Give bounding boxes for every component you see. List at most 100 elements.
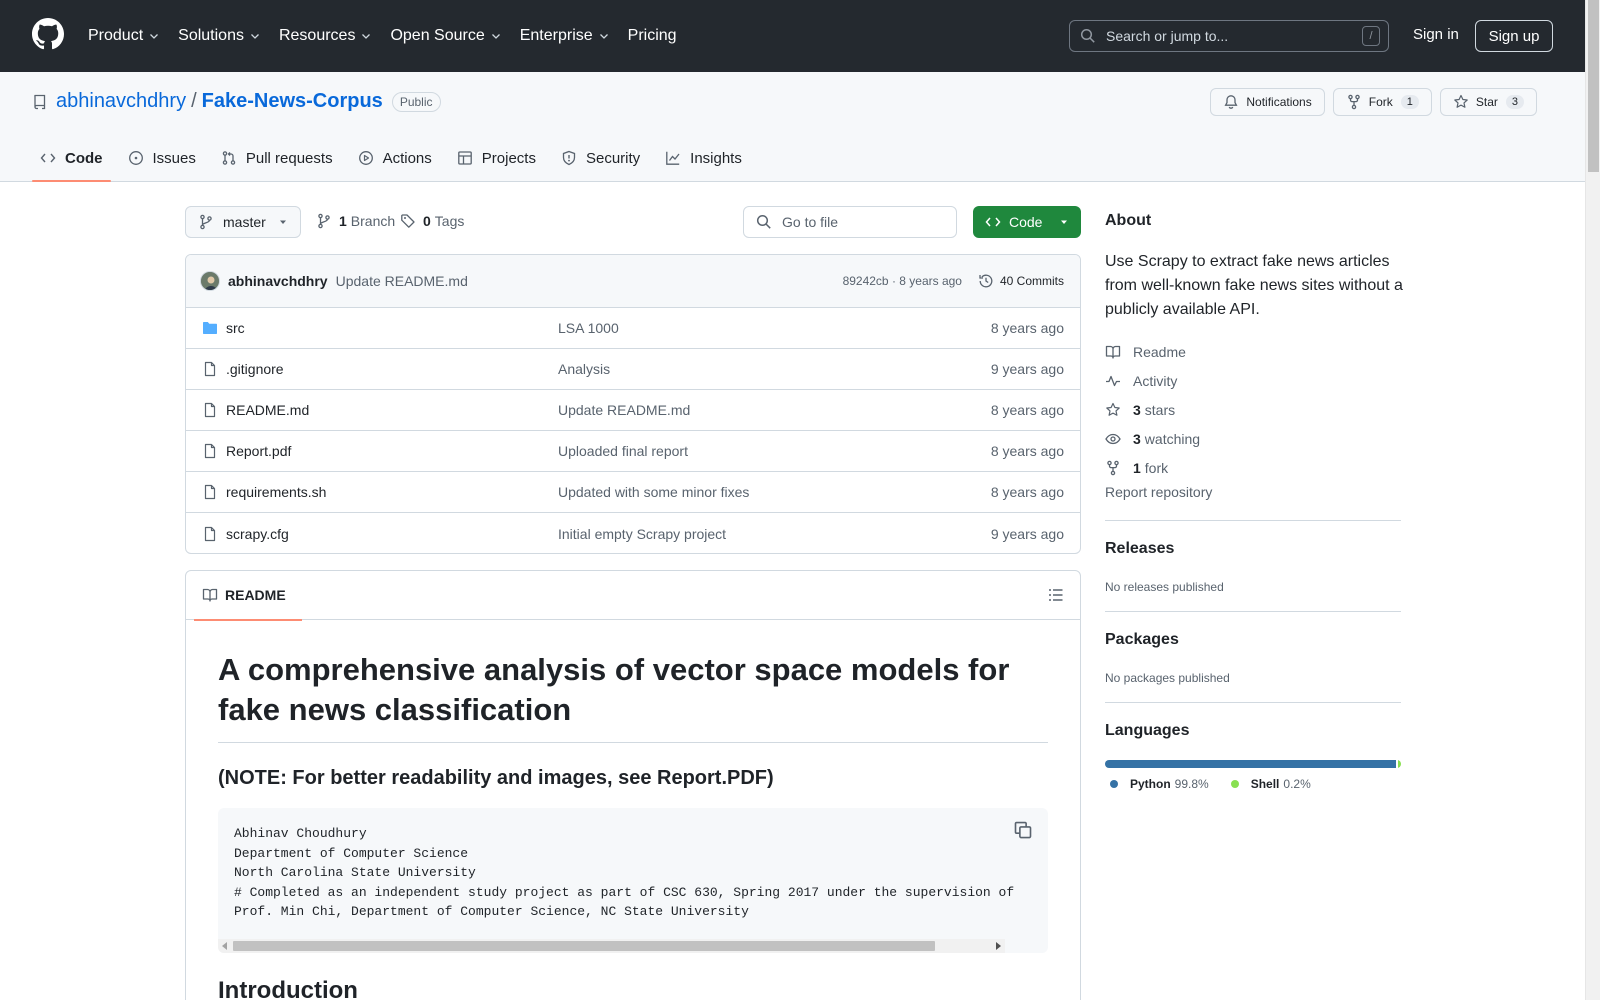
outline-list-icon[interactable]: [1048, 587, 1064, 603]
horizontal-scrollbar[interactable]: [218, 939, 1005, 953]
file-commit-date: 8 years ago: [990, 320, 1064, 336]
shell-color-dot: [1230, 780, 1239, 788]
commits-history-link[interactable]: 40 Commits: [978, 273, 1064, 289]
table-row[interactable]: .gitignore Analysis 9 years ago: [186, 349, 1080, 390]
nav-enterprise[interactable]: Enterprise: [520, 27, 610, 45]
code-block-text: Abhinav Choudhury Department of Computer…: [234, 824, 1019, 922]
repo-name-link[interactable]: Fake-News-Corpus: [202, 90, 383, 113]
tab-insights[interactable]: Insights: [657, 138, 750, 178]
readme-tab[interactable]: README: [194, 571, 302, 621]
table-row[interactable]: scrapy.cfg Initial empty Scrapy project 9 …: [186, 513, 1080, 553]
nav-open-source[interactable]: Open Source: [390, 27, 501, 45]
scroll-right-icon[interactable]: [995, 942, 1001, 950]
readme-section-heading: Introduction: [218, 977, 358, 1000]
forks-label: fork: [1144, 459, 1169, 476]
table-row[interactable]: README.md Update README.md 8 years ago: [186, 390, 1080, 431]
repo-owner-link[interactable]: abhinavchdhry: [56, 90, 186, 113]
table-row[interactable]: Report.pdf Uploaded final report 8 years a…: [186, 431, 1080, 472]
file-commit-message-link[interactable]: Updated with some minor fixes: [558, 484, 991, 500]
file-name-link[interactable]: src: [226, 320, 558, 336]
sign-up-button[interactable]: Sign up: [1475, 20, 1553, 52]
table-row[interactable]: src LSA 1000 8 years ago: [186, 308, 1080, 349]
tag-count-label: Tags: [434, 213, 465, 229]
nav-resources[interactable]: Resources: [279, 27, 372, 45]
file-name-link[interactable]: .gitignore: [226, 361, 558, 377]
language-shell[interactable]: Shell 0.2%: [1230, 777, 1311, 791]
readme-link[interactable]: Readme: [1105, 337, 1200, 366]
file-name-link[interactable]: Report.pdf: [226, 443, 558, 459]
sign-in-link[interactable]: Sign in: [1413, 26, 1459, 43]
language-name: Shell: [1250, 777, 1280, 791]
star-button[interactable]: Star 3: [1439, 88, 1537, 116]
page-scrollbar-thumb[interactable]: [1588, 0, 1599, 172]
nav-resources-label: Resources: [278, 27, 356, 44]
code-dropdown-button[interactable]: Code: [973, 206, 1081, 238]
notifications-button[interactable]: Notifications: [1210, 88, 1325, 116]
page-scrollbar[interactable]: [1585, 0, 1600, 1000]
branch-selector[interactable]: master: [185, 206, 301, 238]
tags-link[interactable]: 0 Tags: [400, 213, 464, 229]
branch-name: master: [223, 214, 266, 230]
commits-count-label: 40 Commits: [999, 274, 1064, 288]
nav-solutions[interactable]: Solutions: [178, 27, 261, 45]
branch-icon: [200, 214, 212, 230]
github-logo-icon[interactable]: [32, 18, 64, 50]
file-commit-message-link[interactable]: Update README.md: [558, 402, 991, 418]
file-commit-date: 8 years ago: [990, 443, 1064, 459]
file-name-link[interactable]: requirements.sh: [226, 484, 558, 500]
eye-icon: [1105, 433, 1121, 444]
go-to-file-input[interactable]: Go to file: [743, 206, 957, 238]
packages-heading[interactable]: Packages: [1105, 631, 1179, 649]
global-nav: Product Solutions Resources Open Source …: [88, 0, 695, 72]
releases-heading[interactable]: Releases: [1105, 540, 1174, 558]
fork-button[interactable]: Fork 1: [1332, 88, 1432, 116]
branches-link[interactable]: 1 Branch: [316, 213, 395, 229]
tab-issues[interactable]: Issues: [120, 138, 204, 178]
activity-link[interactable]: Activity: [1105, 366, 1200, 395]
search-input[interactable]: Search or jump to... /: [1069, 20, 1389, 52]
copy-icon[interactable]: [1013, 820, 1033, 840]
languages-heading: Languages: [1105, 722, 1190, 739]
commit-author-link[interactable]: abhinavchdhry: [228, 273, 328, 289]
scroll-left-icon[interactable]: [222, 942, 228, 950]
search-icon: [756, 214, 771, 229]
stars-link[interactable]: 3 stars: [1105, 395, 1200, 424]
language-legend: Python 99.8% Shell 0.2%: [1110, 777, 1333, 791]
file-commit-message-link[interactable]: Analysis: [558, 361, 991, 377]
file-commit-message-link[interactable]: Uploaded final report: [558, 443, 991, 459]
tab-security[interactable]: Security: [553, 138, 648, 178]
tab-projects[interactable]: Projects: [449, 138, 544, 178]
avatar[interactable]: [200, 271, 220, 291]
file-commit-message-link[interactable]: LSA 1000: [558, 320, 991, 336]
readme-title: A comprehensive analysis of vector space…: [218, 650, 1048, 743]
file-name-link[interactable]: scrapy.cfg: [226, 526, 558, 542]
nav-product[interactable]: Product: [88, 27, 160, 45]
scrollbar-thumb[interactable]: [233, 941, 935, 951]
forks-count: 1: [1133, 459, 1141, 476]
fork-icon: [1107, 460, 1119, 475]
avatar-image-icon: [201, 272, 219, 290]
commit-hash-time[interactable]: 89242cb · 8 years ago: [843, 274, 962, 288]
file-name-link[interactable]: README.md: [226, 402, 558, 418]
tab-pull-requests[interactable]: Pull requests: [213, 138, 341, 178]
file-commit-message-link[interactable]: Initial empty Scrapy project: [558, 526, 991, 542]
commit-message-link[interactable]: Update README.md: [336, 273, 843, 289]
tab-code[interactable]: Code: [32, 138, 111, 182]
tab-actions[interactable]: Actions: [350, 138, 440, 178]
report-repository-link[interactable]: Report repository: [1105, 484, 1212, 500]
about-links: Readme Activity 3 stars 3 watching 1 for…: [1105, 337, 1200, 482]
language-percent: 0.2%: [1283, 777, 1311, 791]
nav-pricing[interactable]: Pricing: [628, 27, 677, 45]
watchers-link[interactable]: 3 watching: [1105, 424, 1200, 453]
table-row[interactable]: requirements.sh Updated with some minor f…: [186, 472, 1080, 513]
watchers-count: 3: [1133, 430, 1141, 447]
language-python[interactable]: Python 99.8%: [1110, 777, 1209, 791]
visibility-badge: Public: [391, 91, 441, 112]
readme-tab-label: README: [225, 587, 286, 603]
pulse-icon: [1106, 375, 1120, 386]
tab-code-label: Code: [65, 149, 103, 167]
readme-body: A comprehensive analysis of vector space…: [186, 650, 1080, 1000]
packages-empty-text: No packages published: [1105, 671, 1230, 685]
forks-link[interactable]: 1 fork: [1105, 453, 1200, 482]
file-commit-date: 9 years ago: [990, 525, 1064, 542]
